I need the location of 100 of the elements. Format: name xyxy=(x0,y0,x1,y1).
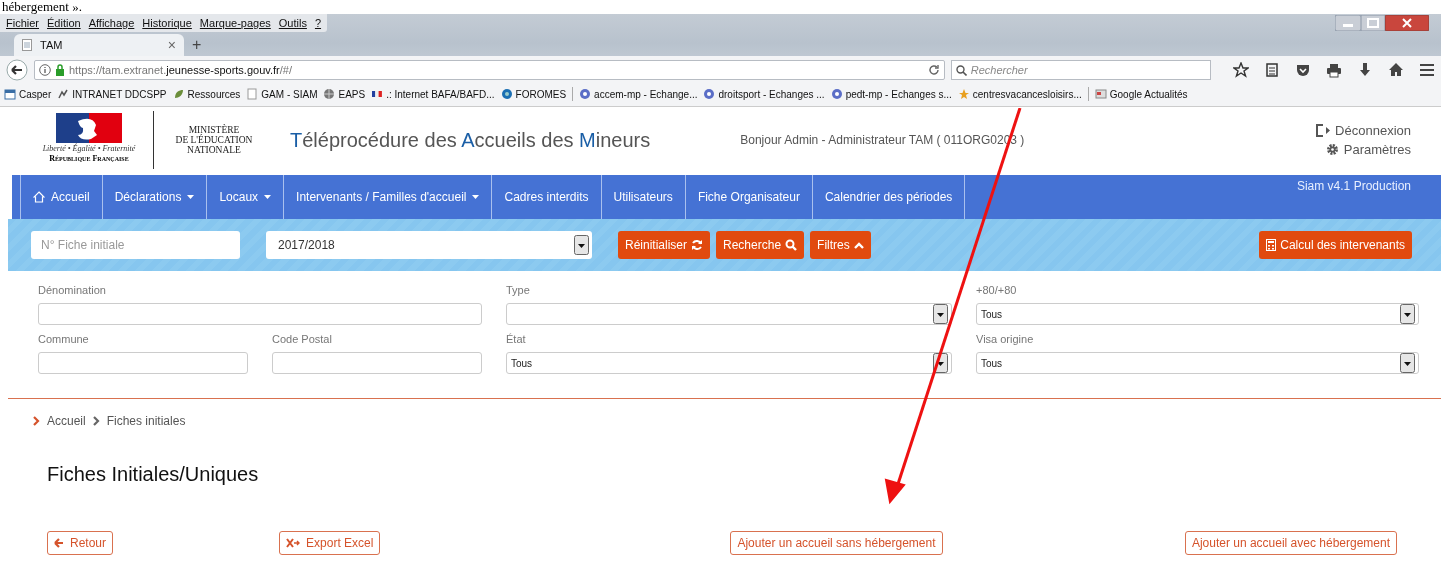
motto-text: Liberté • Égalité • Fraternité xyxy=(42,144,136,153)
document-text: hébergement ». xyxy=(0,0,1441,14)
bookmark-label: GAM - SIAM xyxy=(261,88,318,100)
field-label: Visa origine xyxy=(976,333,1035,345)
year-select[interactable]: 2017/2018 xyxy=(266,231,592,259)
select-field[interactable]: Tous xyxy=(976,303,1419,325)
breadcrumb-link[interactable]: Fiches initiales xyxy=(106,414,186,428)
field-label: Dénomination xyxy=(38,284,107,296)
tab-close-button[interactable]: × xyxy=(167,37,176,53)
globe-icon xyxy=(500,88,513,100)
bookmark-label: Ressources xyxy=(187,88,241,100)
globe-icon xyxy=(579,88,592,100)
spreadsheet-icon xyxy=(286,538,301,548)
bookmark[interactable]: EAPS xyxy=(323,88,366,100)
bookmark[interactable]: GAM - SIAM xyxy=(246,88,318,100)
page-icon xyxy=(246,88,259,100)
input-field[interactable] xyxy=(38,303,482,325)
ministry-text: MINISTÈRE xyxy=(188,125,240,135)
clipboard-icon[interactable] xyxy=(1264,62,1280,78)
search-icon xyxy=(955,64,967,76)
select-field[interactable]: Tous xyxy=(506,352,952,374)
caret-icon xyxy=(187,195,195,199)
leaf-icon xyxy=(172,88,185,100)
settings-link[interactable]: Paramètres xyxy=(1325,142,1411,157)
action-button[interactable]: Ajouter un accueil avec hébergement xyxy=(1184,531,1397,555)
search-field[interactable]: Rechercher xyxy=(950,60,1211,80)
menu-item[interactable]: ? xyxy=(314,17,322,29)
chevron-right-icon xyxy=(92,416,100,426)
settings-icon xyxy=(1325,143,1339,156)
calculator-icon xyxy=(1266,239,1277,251)
print-icon[interactable] xyxy=(1326,62,1342,78)
compute-button[interactable]: Calcul des intervenants xyxy=(1259,231,1412,259)
action-button[interactable]: Ajouter un accueil sans hébergement xyxy=(730,531,943,555)
logout-link[interactable]: Déconnexion xyxy=(1316,123,1411,138)
ministry-text: NATIONALE xyxy=(187,145,241,155)
back-button[interactable] xyxy=(6,59,28,81)
download-icon[interactable] xyxy=(1357,62,1373,78)
menu-icon[interactable] xyxy=(1419,62,1435,78)
address-field[interactable]: https://tam.extranet.jeunesse-sports.gouv.fr/#/ xyxy=(34,60,945,80)
field-label: +80/+80 xyxy=(976,284,1018,296)
bookmark[interactable]: FOROMES xyxy=(500,88,567,100)
star-icon[interactable] xyxy=(1233,62,1249,78)
info-icon xyxy=(39,64,51,76)
close-button[interactable] xyxy=(1385,15,1429,31)
menu-item[interactable]: Marque-pages xyxy=(199,17,271,29)
globe-icon xyxy=(830,88,843,100)
url-text: https://tam.extranet.jeunesse-sports.gouv.fr/#/ xyxy=(69,64,292,76)
search-icon xyxy=(785,239,798,251)
ministry-text: DE L'ÉDUCATION xyxy=(175,135,253,145)
refresh-icon xyxy=(691,239,704,251)
menu-item[interactable]: Affichage xyxy=(88,17,135,29)
bookmark[interactable]: Ressources xyxy=(172,88,241,100)
menu-item[interactable]: Outils xyxy=(278,17,307,29)
menu-item[interactable]: Historique xyxy=(142,17,192,29)
new-tab-button[interactable]: + xyxy=(192,36,202,54)
page-title: Fiches Initiales/Uniques xyxy=(47,463,260,487)
field-label: État xyxy=(506,333,527,345)
bookmark-label: EAPS xyxy=(338,88,366,100)
menu-item[interactable]: Édition xyxy=(47,17,81,29)
logout-icon xyxy=(1316,124,1331,137)
version-text: Siam v4.1 Production xyxy=(1296,179,1411,193)
action-button[interactable]: Retour xyxy=(47,531,114,555)
action-button[interactable]: Export Excel xyxy=(279,531,381,555)
search-button[interactable]: Recherche xyxy=(716,231,805,259)
field-label: Commune xyxy=(38,333,90,345)
flag-icon xyxy=(371,88,384,100)
input-field[interactable] xyxy=(272,352,482,374)
reload-icon[interactable] xyxy=(927,64,940,76)
menu-item[interactable]: Fichier xyxy=(6,17,39,29)
chevron-right-icon xyxy=(33,416,40,426)
tab-title: TAM xyxy=(40,39,63,51)
star-icon xyxy=(957,88,970,100)
bookmark-label: Google Actualités xyxy=(1109,88,1188,100)
globe-icon xyxy=(703,88,716,100)
field-placeholder: N° Fiche initiale xyxy=(41,238,125,252)
select-field[interactable]: Tous xyxy=(976,352,1419,374)
caret-icon xyxy=(264,195,272,199)
bookmark[interactable]: Casper xyxy=(4,88,52,100)
home-icon[interactable] xyxy=(1388,62,1404,78)
site-title: Téléprocédure des Accueils des Mineurs xyxy=(290,128,651,152)
home-icon xyxy=(33,191,45,203)
select-field[interactable] xyxy=(506,303,952,325)
filters-button[interactable]: Filtres xyxy=(810,231,871,259)
chevron-up-icon xyxy=(853,241,864,249)
input-field[interactable] xyxy=(38,352,248,374)
search-placeholder: Rechercher xyxy=(970,64,1028,76)
news-icon xyxy=(1094,88,1107,100)
calendar-icon xyxy=(4,88,16,100)
lock-icon xyxy=(55,64,65,76)
pocket-icon[interactable] xyxy=(1295,62,1311,78)
page-icon xyxy=(22,39,32,51)
bookmark[interactable]: Google Actualités xyxy=(1094,88,1188,100)
flag-logo xyxy=(56,113,122,143)
republic-text: République Française xyxy=(49,154,129,163)
caret-icon xyxy=(472,195,480,199)
reset-button[interactable]: Réinitialiser xyxy=(618,231,711,259)
globe-icon xyxy=(323,88,336,100)
breadcrumb-link[interactable]: Accueil xyxy=(47,414,86,428)
bookmark-label: Casper xyxy=(19,88,52,100)
browser-tab[interactable]: TAM × xyxy=(14,34,184,56)
